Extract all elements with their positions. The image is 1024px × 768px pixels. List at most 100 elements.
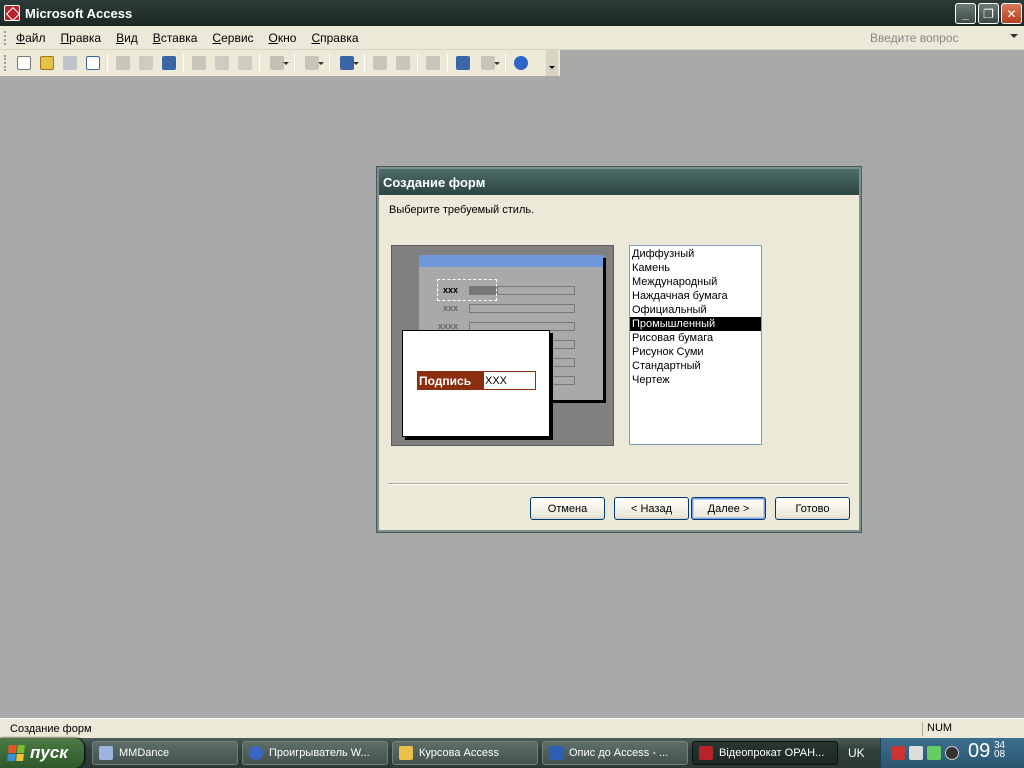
taskbar-item-label: Опис до Access - ...	[569, 747, 669, 759]
file-search-button[interactable]	[81, 52, 104, 74]
style-option[interactable]: Стандартный	[630, 359, 761, 373]
open-button[interactable]	[35, 52, 58, 74]
new-object-icon	[481, 56, 495, 70]
restore-button[interactable]: ❐	[978, 3, 999, 24]
office-links-button[interactable]	[298, 52, 326, 74]
style-option-selected[interactable]: Промышленный	[630, 317, 761, 331]
media-tray-icon[interactable]	[945, 746, 959, 760]
access-icon	[699, 746, 713, 760]
style-option[interactable]: Диффузный	[630, 247, 761, 261]
copy-icon	[214, 56, 229, 70]
status-text: Создание форм	[10, 722, 92, 735]
style-list[interactable]: Диффузный Камень Международный Наждачная…	[629, 245, 762, 445]
standard-toolbar	[0, 50, 560, 76]
ask-question-placeholder: Введите вопрос	[870, 31, 959, 45]
close-button[interactable]: ✕	[1001, 3, 1022, 24]
cancel-button[interactable]: Отмена	[530, 497, 605, 520]
style-option[interactable]: Рисунок Суми	[630, 345, 761, 359]
properties-button[interactable]	[421, 52, 444, 74]
code-icon	[372, 56, 387, 70]
media-player-icon	[249, 746, 263, 760]
new-button[interactable]	[12, 52, 35, 74]
menu-help[interactable]: Справка	[311, 31, 358, 45]
new-object-button[interactable]	[474, 52, 502, 74]
properties-icon	[425, 56, 440, 70]
clock-second: 08	[994, 749, 1006, 760]
print-preview-icon	[138, 56, 153, 70]
windows-logo-icon	[7, 745, 25, 761]
taskbar-item-label: Відеопрокат ОРАН...	[719, 747, 825, 759]
print-button[interactable]	[111, 52, 134, 74]
menu-view[interactable]: Вид	[116, 31, 138, 45]
office-links-icon	[305, 56, 319, 70]
start-label: пуск	[30, 743, 68, 762]
preview-row-label: xxx	[443, 303, 459, 313]
folder-open-icon	[39, 56, 54, 70]
style-option[interactable]: Наждачная бумага	[630, 289, 761, 303]
new-document-icon	[16, 56, 31, 70]
help-button[interactable]	[509, 52, 532, 74]
volume-icon[interactable]	[909, 746, 923, 760]
clock-minute-second: 34 08	[994, 741, 1006, 760]
taskbar-item-active[interactable]: Відеопрокат ОРАН...	[692, 741, 838, 765]
spelling-button[interactable]	[157, 52, 180, 74]
spell-check-icon	[161, 56, 176, 70]
3d-audio-icon[interactable]	[927, 746, 941, 760]
preview-zoom-outline	[437, 279, 497, 301]
dialog-divider	[388, 483, 848, 485]
word-document-icon	[549, 746, 563, 760]
chevron-down-icon[interactable]	[1010, 34, 1018, 38]
language-indicator[interactable]: UK	[848, 746, 865, 760]
code-button[interactable]	[368, 52, 391, 74]
taskbar-item[interactable]: MMDance	[92, 741, 238, 765]
menu-grip[interactable]	[4, 30, 8, 45]
clock[interactable]: 09 34 08	[968, 740, 1005, 763]
minimize-button[interactable]: _	[955, 3, 976, 24]
style-option[interactable]: Международный	[630, 275, 761, 289]
paste-button[interactable]	[233, 52, 256, 74]
save-icon	[62, 56, 77, 70]
menu-edit[interactable]: Правка	[61, 31, 102, 45]
taskbar-item[interactable]: Проигрыватель W...	[242, 741, 388, 765]
preview-row-field	[469, 304, 575, 313]
menu-window[interactable]: Окно	[269, 31, 297, 45]
preview-value: XXX	[483, 371, 536, 390]
taskbar-item[interactable]: Курсова Access	[392, 741, 538, 765]
menu-bar: Файл Правка Вид Вставка Сервис Окно Спра…	[0, 26, 1024, 50]
next-button[interactable]: Далее >	[691, 497, 766, 520]
style-option[interactable]: Чертеж	[630, 373, 761, 387]
menu-tools[interactable]: Сервис	[212, 31, 253, 45]
clock-hour: 09	[968, 740, 991, 762]
preview-caption: Подпись	[417, 371, 483, 390]
relationships-button[interactable]	[451, 52, 474, 74]
menu-insert[interactable]: Вставка	[153, 31, 198, 45]
analyze-icon	[340, 56, 354, 70]
script-button[interactable]	[391, 52, 414, 74]
help-icon	[513, 56, 528, 70]
analyze-button[interactable]	[333, 52, 361, 74]
save-button[interactable]	[58, 52, 81, 74]
undo-button[interactable]	[263, 52, 291, 74]
relationships-icon	[455, 56, 470, 70]
taskbar-item[interactable]: Опис до Access - ...	[542, 741, 688, 765]
printer-icon	[115, 56, 130, 70]
access-icon	[4, 5, 20, 21]
back-button[interactable]: < Назад	[614, 497, 689, 520]
form-wizard-dialog: Создание форм Выберите требуемый стиль. …	[376, 166, 862, 533]
copy-button[interactable]	[210, 52, 233, 74]
menu-file[interactable]: Файл	[16, 31, 46, 45]
link-icon	[395, 56, 410, 70]
ask-question-box[interactable]: Введите вопрос	[870, 29, 1020, 47]
toolbar-grip[interactable]	[4, 55, 8, 71]
network-icon[interactable]	[891, 746, 905, 760]
style-option[interactable]: Рисовая бумага	[630, 331, 761, 345]
cut-button[interactable]	[187, 52, 210, 74]
start-button[interactable]: пуск	[0, 738, 84, 768]
taskbar-item-label: MMDance	[119, 747, 170, 759]
folder-icon	[399, 746, 413, 760]
style-option[interactable]: Официальный	[630, 303, 761, 317]
finish-button[interactable]: Готово	[775, 497, 850, 520]
toolbar-options-button[interactable]	[546, 50, 558, 76]
style-option[interactable]: Камень	[630, 261, 761, 275]
print-preview-button[interactable]	[134, 52, 157, 74]
